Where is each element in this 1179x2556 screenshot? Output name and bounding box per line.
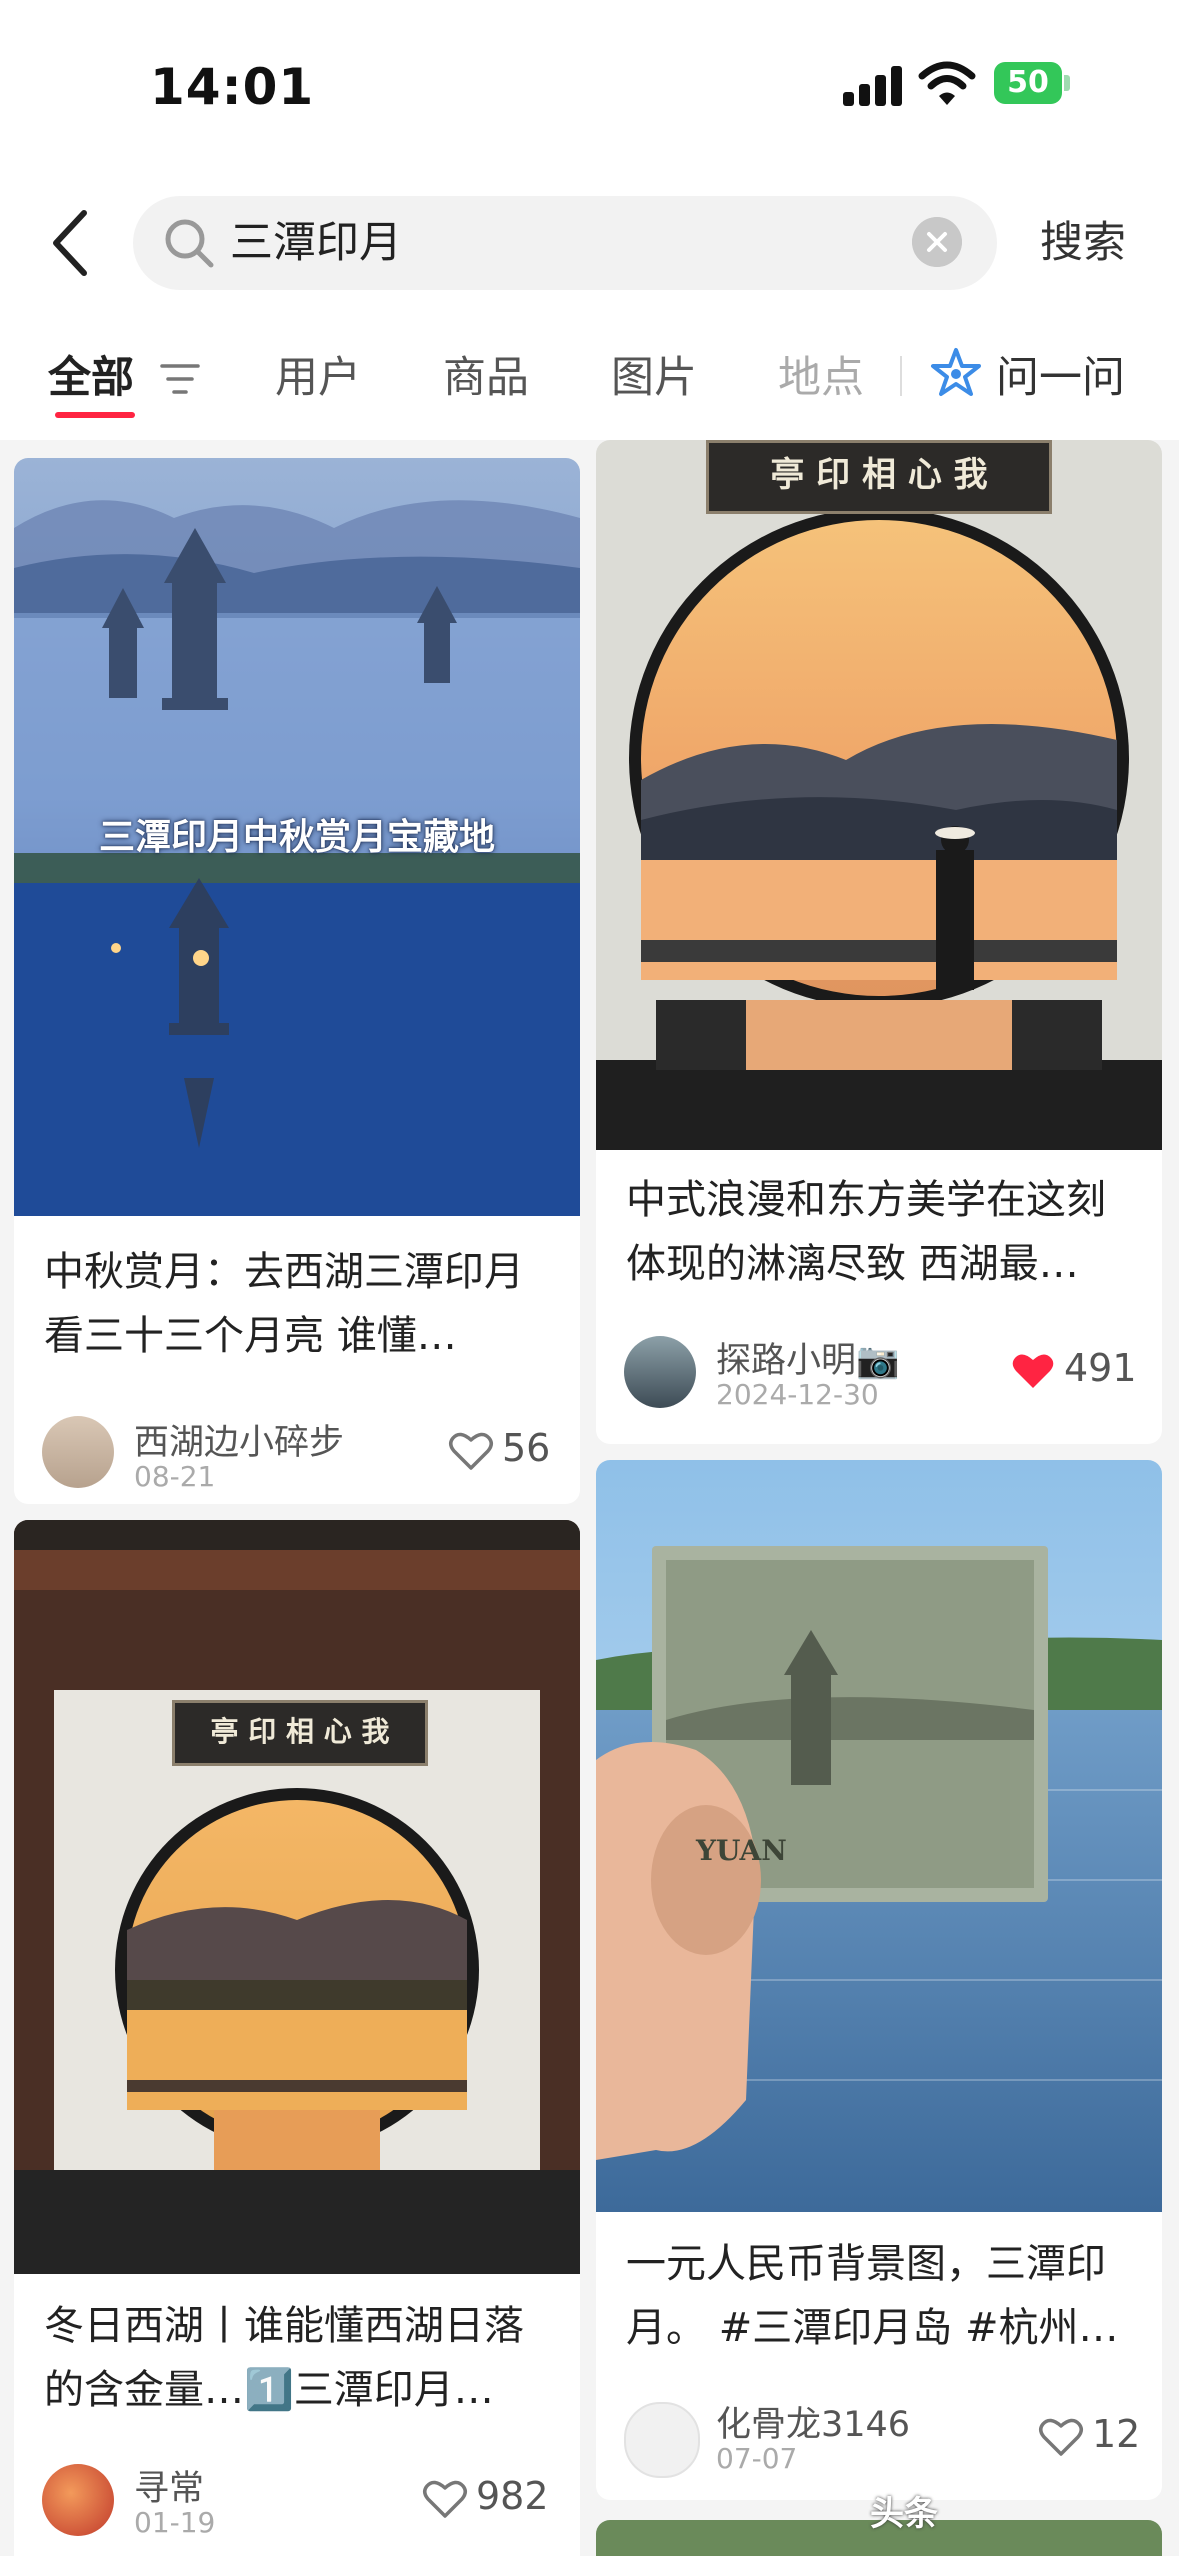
tab-divider	[900, 356, 902, 396]
battery-level: 50	[994, 62, 1062, 104]
card-3-avatar[interactable]	[42, 2464, 114, 2536]
card-1-like-count: 56	[502, 1426, 551, 1470]
card-1-title[interactable]: 中秋赏月：去西湖三潭印月看三十三个月亮 谁懂…	[44, 1240, 554, 1368]
search-query[interactable]: 三潭印月	[230, 213, 402, 273]
card-4-banknote-text: YUAN	[696, 1834, 787, 1867]
card-2-author[interactable]: 探路小明📷	[716, 1332, 900, 1383]
card-3-date: 01-19	[134, 2506, 216, 2539]
card-2-image	[596, 440, 1162, 1150]
tab-products[interactable]: 商品	[443, 348, 529, 408]
card-4-author[interactable]: 化骨龙3146	[716, 2396, 910, 2447]
status-time: 14:01	[150, 58, 315, 116]
tab-places[interactable]: 地点	[778, 348, 864, 408]
card-2-title[interactable]: 中式浪漫和东方美学在这刻体现的淋漓尽致 西湖最…	[626, 1168, 1136, 1296]
card-2-date: 2024-12-30	[716, 1378, 879, 1411]
card-3-author[interactable]: 寻常	[134, 2460, 204, 2511]
card-1-date: 08-21	[134, 1460, 216, 1493]
card-4-date: 07-07	[716, 2442, 798, 2475]
card-1-author[interactable]: 西湖边小碎步	[134, 1414, 344, 1465]
card-1-avatar[interactable]	[42, 1416, 114, 1488]
filter-icon[interactable]	[160, 362, 200, 396]
clear-search-icon[interactable]	[912, 217, 962, 267]
active-tab-underline	[55, 412, 135, 418]
wifi-icon	[918, 61, 976, 105]
card-4-image	[596, 1460, 1162, 2212]
back-arrow-icon[interactable]	[42, 205, 102, 281]
card-2-like-icon[interactable]	[1010, 1350, 1056, 1392]
card-3-title[interactable]: 冬日西湖丨谁能懂西湖日落的含金量…1️⃣三潭印月…	[44, 2294, 554, 2422]
card-4-like-count: 12	[1092, 2412, 1141, 2456]
result-card-2[interactable]: 亭 印 相 心 我 中式浪漫和东方美学在这刻体现的淋漓尽致 西湖最… 探路小明📷…	[596, 440, 1162, 1444]
card-4-like-icon[interactable]	[1038, 2416, 1084, 2458]
card-4-title[interactable]: 一元人民币背景图，三潭印月。 #三潭印月岛 #杭州…	[626, 2232, 1136, 2360]
tab-all[interactable]: 全部	[48, 348, 134, 408]
top-bar: 14:01 50 三潭印月 搜索 全部 用户 商品 图片 地点 问一问	[0, 0, 1179, 440]
result-card-1[interactable]: 三潭印月中秋赏月宝藏地 中秋赏月：去西湖三潭印月看三十三个月亮 谁懂… 西湖边小…	[14, 458, 580, 1504]
tab-users[interactable]: 用户	[275, 348, 361, 408]
card-2-plaque: 亭 印 相 心 我	[706, 440, 1052, 514]
card-3-plaque: 亭 印 相 心 我	[172, 1700, 428, 1766]
search-icon	[165, 219, 214, 268]
card-1-overlay-text: 三潭印月中秋赏月宝藏地	[98, 817, 495, 858]
card-2-like-count: 491	[1064, 1346, 1137, 1390]
search-button[interactable]: 搜索	[1040, 213, 1126, 273]
tab-ask[interactable]: 问一问	[996, 348, 1125, 408]
watermark: 头条	[870, 2494, 938, 2534]
cellular-signal-icon	[843, 64, 903, 106]
ask-star-icon[interactable]	[928, 346, 984, 402]
card-3-like-count: 982	[476, 2474, 549, 2518]
card-2-avatar[interactable]	[624, 1336, 696, 1408]
card-3-image	[14, 1520, 580, 2274]
tab-images[interactable]: 图片	[611, 348, 697, 408]
result-card-3[interactable]: 亭 印 相 心 我 冬日西湖丨谁能懂西湖日落的含金量…1️⃣三潭印月… 寻常 0…	[14, 1520, 580, 2556]
card-4-avatar[interactable]	[624, 2402, 700, 2478]
card-3-like-icon[interactable]	[422, 2478, 468, 2520]
result-card-4[interactable]: YUAN 一元人民币背景图，三潭印月。 #三潭印月岛 #杭州… 化骨龙3146 …	[596, 1460, 1162, 2500]
battery-icon: 50	[994, 62, 1070, 104]
card-1-like-icon[interactable]	[448, 1430, 494, 1472]
results-feed[interactable]: 三潭印月中秋赏月宝藏地 中秋赏月：去西湖三潭印月看三十三个月亮 谁懂… 西湖边小…	[0, 440, 1179, 2556]
